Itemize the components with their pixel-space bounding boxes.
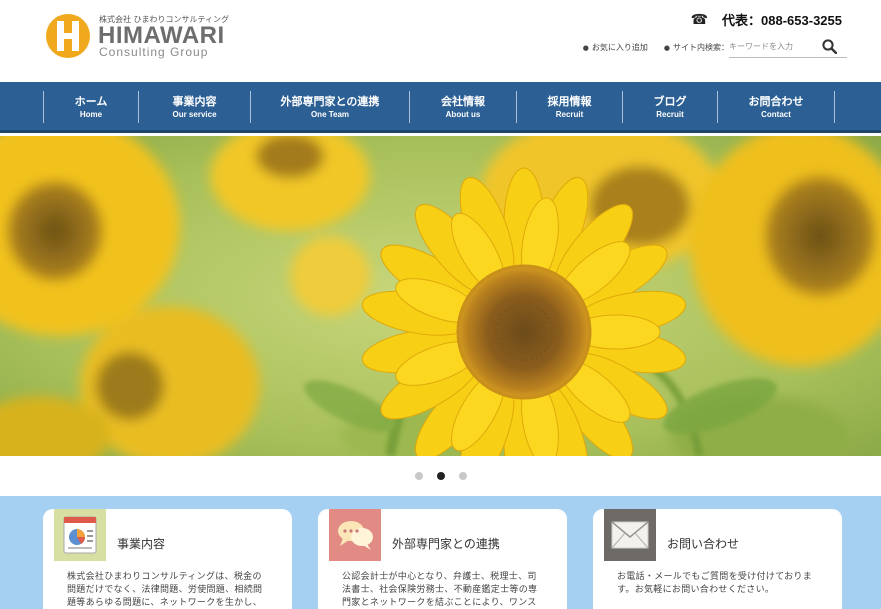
nav-item-label: 外部専門家との連携 xyxy=(280,94,380,108)
card-body: 公認会計士が中心となり、弁護士、税理士、司法書士、社会保険労務士、不動産鑑定士等… xyxy=(342,572,538,608)
nav-item-label: 会社情報 xyxy=(441,94,485,108)
utility-bar: ● お気に入り追加 ● サイト内検索： xyxy=(583,36,847,58)
nav-item-label: 採用情報 xyxy=(547,94,592,108)
card-body: 株式会社ひまわりコンサルティングは、税金の問題だけでなく、法律問題、労使問題、相… xyxy=(67,572,263,608)
phone-number: 代表：088-653-3255 xyxy=(722,13,842,28)
nav-item-sublabel: Recruit xyxy=(555,109,584,119)
favorite-link[interactable]: ● お気に入り追加 xyxy=(583,42,648,53)
sunflower-photo xyxy=(0,136,881,456)
card-contact[interactable]: お問い合わせ お電話・メールでもご質問を受け付けております。お気軽にお問い合わせ… xyxy=(593,509,842,609)
company-logo[interactable]: 株式会社 ひまわりコンサルティング HIMAWARI Consulting Gr… xyxy=(45,13,229,63)
search-button[interactable] xyxy=(817,37,841,57)
search-label-text: サイト内検索： xyxy=(673,42,729,52)
nav-item-recruit[interactable]: 採用情報 Recruit xyxy=(516,91,622,123)
card-title: お問い合わせ xyxy=(667,537,740,551)
nav-item-service[interactable]: 事業内容 Our service xyxy=(138,91,250,123)
slider-dot-3[interactable] xyxy=(458,472,467,480)
nav-item-sublabel: Recruit xyxy=(656,109,684,119)
nav-item-label: 事業内容 xyxy=(172,94,217,108)
card-one-team[interactable]: 外部専門家との連携 公認会計士が中心となり、弁護士、税理士、司法書士、社会保険労… xyxy=(318,509,567,609)
search-input[interactable] xyxy=(729,42,817,51)
card-body: お電話・メールでもご質問を受け付けております。お気軽にお問い合わせください。 xyxy=(617,572,813,595)
favorite-link-label: お気に入り追加 xyxy=(591,42,648,52)
nav-item-contact[interactable]: お問合わせ Contact xyxy=(717,91,835,123)
card-service[interactable]: 事業内容 株式会社ひまわりコンサルティングは、税金の問題だけでなく、法律問題、労… xyxy=(43,509,292,609)
slider-pagination xyxy=(0,456,881,496)
nav-list: ホーム Home 事業内容 Our service 外部専門家との連携 One … xyxy=(43,91,835,123)
speech-bubbles-icon xyxy=(329,509,381,561)
nav-item-blog[interactable]: ブログ Recruit xyxy=(622,91,717,123)
card-title: 事業内容 xyxy=(117,537,166,551)
nav-item-sublabel: About us xyxy=(445,109,481,119)
nav-item-label: お問合わせ xyxy=(748,94,804,108)
nav-item-one-team[interactable]: 外部専門家との連携 One Team xyxy=(250,91,409,123)
nav-item-label: ブログ xyxy=(653,94,687,108)
phone-icon: ☎ xyxy=(690,11,709,28)
nav-item-sublabel: Our service xyxy=(172,109,217,119)
nav-item-sublabel: Contact xyxy=(761,109,791,119)
slider-dot-2[interactable] xyxy=(436,472,445,480)
logo-tagline: Consulting Group xyxy=(99,45,209,59)
site-header: 株式会社 ひまわりコンサルティング HIMAWARI Consulting Gr… xyxy=(0,0,881,82)
nav-item-label: ホーム xyxy=(74,94,108,108)
slider-dot-1[interactable] xyxy=(414,472,423,480)
nav-item-home[interactable]: ホーム Home xyxy=(43,91,138,123)
card-title: 外部専門家との連携 xyxy=(392,537,500,551)
chart-document-icon xyxy=(54,509,106,561)
search-box xyxy=(729,36,847,58)
nav-item-sublabel: One Team xyxy=(310,109,350,119)
main-navigation: ホーム Home 事業内容 Our service 外部専門家との連携 One … xyxy=(0,82,881,133)
nav-item-sublabel: Home xyxy=(79,109,103,119)
search-label: ● サイト内検索： xyxy=(663,42,729,52)
envelope-icon xyxy=(604,509,656,561)
phone-contact: ☎ 代表：088-653-3255 xyxy=(691,10,842,29)
nav-item-about[interactable]: 会社情報 About us xyxy=(409,91,516,123)
search-icon xyxy=(821,39,837,54)
hero-slider-image xyxy=(0,136,881,456)
logo-mark-icon xyxy=(46,14,90,58)
